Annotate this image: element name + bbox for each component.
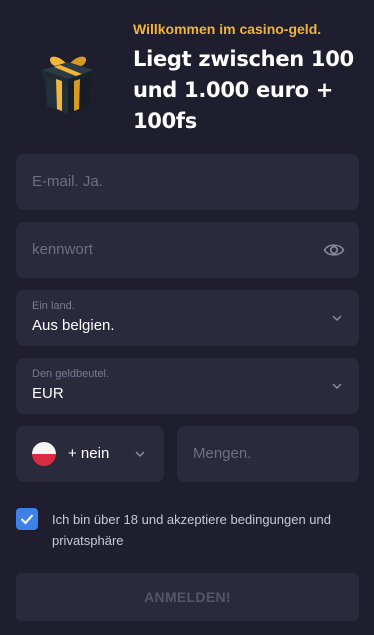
- password-placeholder: kennwort: [32, 241, 93, 258]
- email-field[interactable]: E-mail. Ja.: [16, 154, 359, 210]
- bonus-headline: Liegt zwischen 100 und 1.000 euro + 100f…: [133, 47, 354, 133]
- flag-icon: [32, 442, 56, 466]
- welcome-text: Willkommen im casino-geld.: [133, 21, 322, 37]
- password-field[interactable]: kennwort: [16, 222, 359, 278]
- country-label: Ein land.: [32, 300, 75, 312]
- email-placeholder: E-mail. Ja.: [32, 173, 103, 190]
- register-button[interactable]: ANMELDEN!: [16, 573, 359, 621]
- country-select[interactable]: Ein land. Aus belgien.: [16, 290, 359, 346]
- terms-label: Ich bin über 18 und akzeptiere bedingung…: [52, 512, 331, 548]
- phone-code-value: + nein: [68, 445, 110, 462]
- currency-value: EUR: [32, 385, 64, 402]
- checkmark-icon: [20, 514, 34, 525]
- gift-icon: [42, 56, 94, 114]
- terms-checkbox[interactable]: [16, 508, 38, 530]
- amount-field[interactable]: Mengen.: [177, 426, 359, 482]
- chevron-down-icon: [135, 451, 145, 458]
- chevron-down-icon: [332, 383, 342, 390]
- eye-icon[interactable]: [323, 239, 345, 261]
- currency-label: Den geldbeutel.: [32, 368, 110, 380]
- currency-select[interactable]: Den geldbeutel. EUR: [16, 358, 359, 414]
- country-value: Aus belgien.: [32, 317, 115, 334]
- registration-page: Willkommen im casino-geld. Liegt zwische…: [0, 0, 374, 635]
- phone-code-select[interactable]: + nein: [16, 426, 164, 482]
- chevron-down-icon: [332, 315, 342, 322]
- amount-placeholder: Mengen.: [193, 445, 252, 462]
